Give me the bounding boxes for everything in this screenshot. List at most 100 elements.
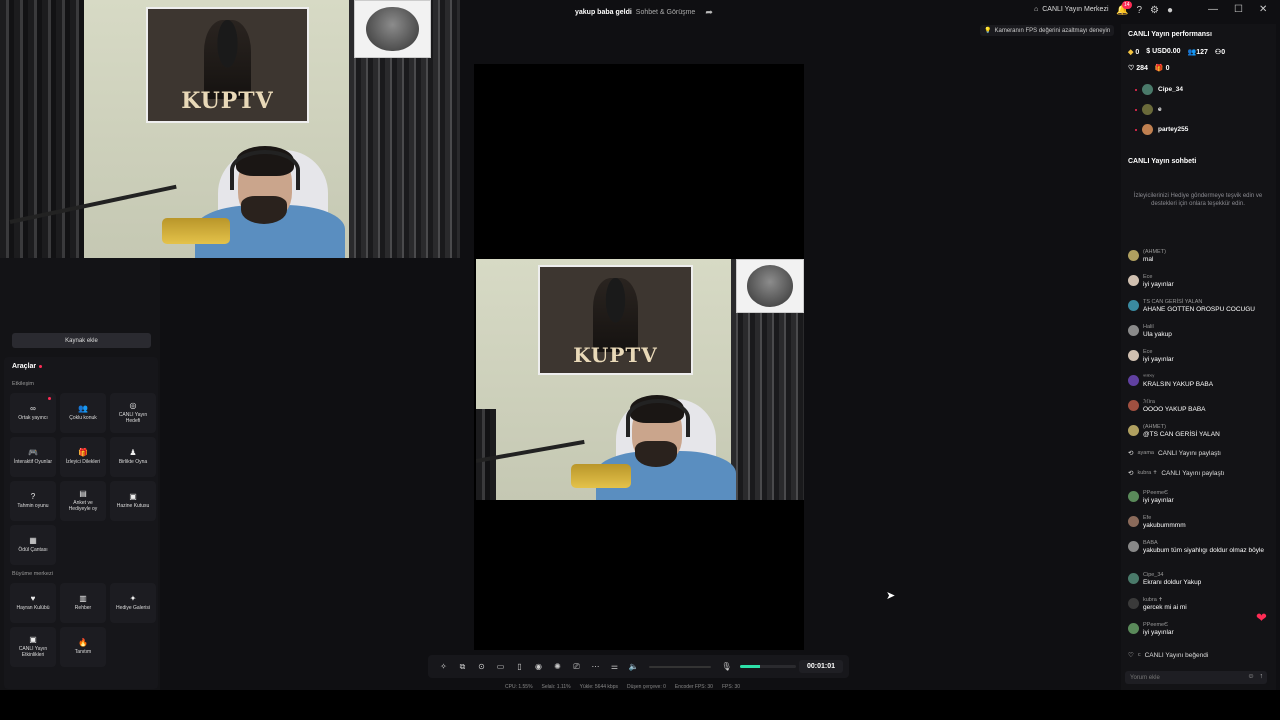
tool-button[interactable]: ◎ CANLI Yayın Hedefi: [110, 393, 156, 433]
tool-icon: ▣: [29, 635, 37, 644]
settings-gear-icon[interactable]: ⚙: [1150, 5, 1159, 16]
tool-icon: 🎮: [28, 448, 38, 457]
tool-button[interactable]: ? Tahmin oyunu: [10, 481, 56, 521]
framed-photo: [736, 259, 804, 313]
speaker-icon[interactable]: 🔈: [624, 662, 643, 671]
growth-section-label: Büyüme merkezi: [12, 571, 53, 577]
canvas-camera-source[interactable]: KUPTV: [476, 259, 804, 500]
viewers-value: 127: [1196, 49, 1208, 56]
record-icon[interactable]: ◉: [529, 662, 548, 671]
phone-icon[interactable]: ▯: [510, 662, 529, 671]
layers-icon[interactable]: ⧉: [453, 662, 472, 672]
stream-title-area[interactable]: yakup baba geldi Sohbet & Görüşme ➦: [575, 7, 713, 18]
chat-message[interactable]: Ece iyi yayınlar: [1128, 273, 1273, 289]
tool-button[interactable]: ▣ Hazine Kutusu: [110, 481, 156, 521]
microphone-icon[interactable]: 🎙: [717, 662, 736, 671]
chat-message[interactable]: ℳira OOOO YAKUP BABA: [1128, 398, 1273, 414]
viewer-item[interactable]: e: [1135, 104, 1162, 115]
tool-button[interactable]: ♟ Birlikte Oyna: [110, 437, 156, 477]
message-text: iyi yayınlar: [1143, 497, 1174, 504]
chat-message[interactable]: (AHMET) @TS CAN GERİSİ YALAN: [1128, 423, 1273, 439]
chat-message[interactable]: kubra ✝ gercek mi ai mi: [1128, 596, 1273, 612]
video-camera-icon[interactable]: ⎚: [567, 662, 586, 672]
chat-message[interactable]: ᵊʳᵃᵇᵉʸ KRALSIN YAKUP BABA: [1128, 373, 1273, 389]
message-content: TS CAN GERİSİ YALAN AHANE GOTTEN OROSPU C…: [1143, 298, 1255, 314]
tool-button[interactable]: ♥ Hayran Kulübü: [10, 583, 56, 623]
tool-button[interactable]: 🎁 İzleyici Dilekleri: [60, 437, 106, 477]
gifts-value: 0: [1165, 65, 1170, 72]
add-source-button[interactable]: Kaynak ekle: [12, 333, 151, 348]
more-icon[interactable]: ⋯: [586, 662, 605, 671]
help-icon[interactable]: ?: [1136, 5, 1142, 16]
rank-dot: [1135, 108, 1137, 111]
tool-button[interactable]: ▥ Rehber: [60, 583, 106, 623]
bottom-bar: [0, 690, 1280, 720]
share-icon[interactable]: ➦: [705, 7, 713, 18]
message-content: kubra ✝ gercek mi ai mi: [1143, 596, 1187, 612]
chat-message[interactable]: BABA yakubum tüm siyahlıgı doldur olmaz b…: [1128, 539, 1273, 555]
message-author: (AHMET): [1143, 424, 1166, 430]
share-icon: ⟲: [1128, 470, 1134, 477]
fps-warning-tip[interactable]: 💡 Kameranın FPS değerini azaltmayı deney…: [980, 25, 1115, 36]
tool-button[interactable]: ▦ Ödül Çantası: [10, 525, 56, 565]
volume-slider[interactable]: [649, 665, 711, 668]
chat-message[interactable]: Ece iyi yayınlar: [1128, 348, 1273, 364]
tool-button[interactable]: ✦ Hediye Galerisi: [110, 583, 156, 623]
tool-icon: 👥: [78, 404, 88, 413]
close-icon[interactable]: ✕: [1259, 4, 1267, 15]
poster: KUPTV: [538, 265, 693, 375]
chat-message[interactable]: Efe yakubummmm: [1128, 514, 1273, 530]
message-author: Ece: [1143, 274, 1153, 280]
message-author: BABA: [1143, 540, 1158, 546]
camera-switch-icon[interactable]: ⊙: [472, 662, 491, 671]
rank-dot: [1135, 128, 1137, 131]
notification-bell-icon[interactable]: 🔔 14: [1116, 1, 1132, 16]
avatar: [1142, 104, 1153, 115]
avatar: [1128, 491, 1139, 502]
chat-message[interactable]: (AHMET) mal: [1128, 248, 1273, 264]
event-text: CANLI Yayını paylaştı: [1157, 449, 1221, 457]
chat-message[interactable]: ΡΡeemeЄ iyi yayınlar: [1128, 489, 1273, 505]
avatar: [1128, 275, 1139, 286]
emoji-icon[interactable]: ☺: [1247, 673, 1254, 680]
tool-button[interactable]: 🔥 Tanıtım: [60, 627, 106, 667]
chat-message[interactable]: Cipe_34 Ekranı doldur Yakup: [1128, 571, 1273, 587]
tool-icon: 🎁: [78, 448, 88, 457]
send-icon[interactable]: ↑: [1260, 673, 1264, 680]
chat-message[interactable]: ΡΡeemeЄ iyi yayınlar: [1128, 621, 1273, 637]
new-dot: [48, 397, 51, 400]
message-text: yakubummmm: [1143, 522, 1186, 529]
tool-button[interactable]: ▤ Anket ve Hediyeyle oy: [60, 481, 106, 521]
message-content: ᵊʳᵃᵇᵉʸ KRALSIN YAKUP BABA: [1143, 373, 1213, 389]
viewer-item[interactable]: partey255: [1135, 124, 1188, 135]
avatar: [1128, 541, 1139, 552]
coins-metric: ◆ 0: [1128, 48, 1139, 56]
chat-message[interactable]: Halil Ula yakup: [1128, 323, 1273, 339]
screen-icon[interactable]: ▭: [491, 662, 510, 671]
effects-icon[interactable]: ✺: [548, 662, 567, 671]
tool-label: Ortak yayıncı: [18, 415, 48, 421]
comment-actions: ☺ ↑: [1247, 673, 1263, 680]
acoustic-panel-left: [476, 409, 496, 500]
live-center-button[interactable]: ⌂ CANLI Yayın Merkezi: [1034, 6, 1109, 13]
tool-button[interactable]: 👥 Çoklu konuk: [60, 393, 106, 433]
maximize-icon[interactable]: ☐: [1234, 4, 1243, 15]
avatar[interactable]: ●: [1167, 5, 1173, 16]
sliders-icon[interactable]: ⚌: [605, 662, 624, 671]
avatar: [1142, 84, 1153, 95]
stream-category[interactable]: Sohbet & Görüşme: [636, 9, 696, 16]
magic-wand-icon[interactable]: ✧: [434, 662, 453, 671]
chat-message[interactable]: TS CAN GERİSİ YALAN AHANE GOTTEN OROSPU C…: [1128, 298, 1273, 314]
headset: [230, 150, 300, 190]
camera-source-preview[interactable]: KUPTV: [0, 0, 460, 258]
minimize-icon[interactable]: —: [1208, 4, 1218, 15]
poster: KUPTV: [146, 7, 309, 123]
poster-text: KUPTV: [181, 88, 274, 115]
likes-metric: ♡ 284: [1128, 64, 1148, 72]
stream-title[interactable]: yakup baba geldi: [575, 9, 632, 16]
tool-button[interactable]: ∞ Ortak yayıncı: [10, 393, 56, 433]
tool-button[interactable]: ▣ CANLI Yayın Etkinlikleri: [10, 627, 56, 667]
viewer-item[interactable]: Cipe_34: [1135, 84, 1183, 95]
tool-button[interactable]: 🎮 İnteraktif Oyunlar: [10, 437, 56, 477]
comment-input[interactable]: Yorum ekle ☺ ↑: [1125, 671, 1267, 684]
